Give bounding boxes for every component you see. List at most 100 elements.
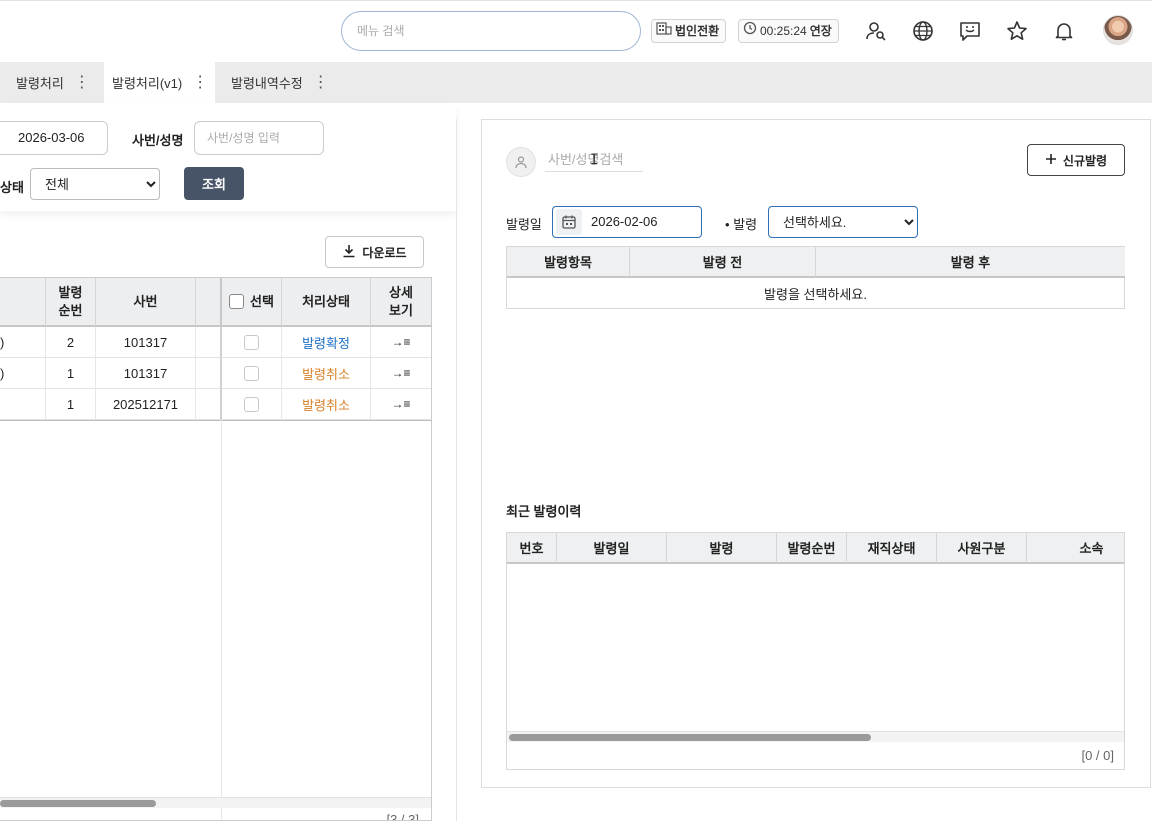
emp-input[interactable]: 사번/성명 입력 [194, 121, 324, 155]
required-dot: • [725, 217, 730, 232]
tab-appointment-edit[interactable]: 발령내역수정 ⋮ [231, 62, 329, 103]
grid-cell-select [222, 389, 282, 420]
status-select[interactable]: 전체 [30, 168, 160, 200]
corp-switch-label: 법인전환 [675, 24, 720, 38]
download-label: 다운로드 [362, 245, 407, 260]
history-pager: [0 / 0] [1081, 748, 1114, 763]
grid-pager: [3 / 3] [386, 812, 419, 821]
scrollbar-thumb[interactable] [509, 734, 871, 741]
grid-cell-detail: →≡ [371, 358, 431, 389]
grid-header-select: 선택 [222, 278, 282, 327]
row-checkbox[interactable] [244, 334, 259, 350]
kebab-icon[interactable]: ⋮ [192, 74, 208, 91]
detail-header-after: 발령 후 [816, 247, 1125, 278]
history-scrollbar[interactable] [507, 731, 1124, 742]
detail-view-icon[interactable]: →≡ [391, 366, 410, 380]
appoint-type-select[interactable]: 선택하세요. [768, 206, 918, 238]
tab-label: 발령처리 [16, 76, 64, 91]
splitter[interactable] [456, 119, 457, 821]
grid-cell-blank [196, 327, 222, 358]
history-header-dept: 소속 [1027, 533, 1124, 564]
person-icon [506, 147, 536, 177]
grid-header-detail: 상세 보기 [371, 278, 431, 327]
grid-cell-detail: →≡ [371, 389, 431, 420]
star-icon[interactable] [1003, 17, 1031, 45]
avatar[interactable] [1103, 15, 1133, 45]
kebab-icon[interactable]: ⋮ [74, 74, 90, 91]
history-title: 최근 발령이력 [506, 504, 582, 519]
chat-icon[interactable] [956, 17, 984, 45]
menu-search-input[interactable]: 메뉴 검색 [341, 11, 641, 51]
grid-header-select-label: 선택 [250, 293, 274, 309]
new-appointment-label: 신규발령 [1062, 153, 1108, 168]
select-all-checkbox[interactable] [229, 294, 245, 309]
history-header-seq: 발령순번 [777, 533, 847, 564]
session-timer: 00:25:24 연장 [738, 19, 839, 43]
grid-cell-emp-no: 101317 [96, 358, 196, 389]
grid-cell-status: 발령취소 [282, 358, 371, 389]
grid-header-cut [0, 278, 46, 327]
grid-cell-cut: ) [0, 327, 46, 358]
grid-cell-emp-no: 202512171 [96, 389, 196, 420]
grid-cell-detail: →≡ [371, 327, 431, 358]
corp-switch-button[interactable]: 법인전환 [651, 19, 727, 43]
grid-header-status: 처리상태 [282, 278, 371, 327]
text-cursor-icon: I [590, 152, 599, 168]
detail-view-icon[interactable]: →≡ [391, 335, 410, 349]
grid-header-blank [196, 278, 222, 327]
calendar-icon[interactable] [556, 209, 582, 235]
history-grid: 번호 발령일 발령 발령순번 재직상태 사원구분 소속 [0 / 0] [506, 532, 1125, 770]
grid-header-seq: 발령 순번 [46, 278, 96, 327]
search-button[interactable]: 조회 [184, 167, 244, 200]
timer-icon [743, 20, 757, 42]
detail-header-item: 발령항목 [507, 247, 630, 278]
grid-cell-emp-no: 101317 [96, 327, 196, 358]
grid-cell-status: 발령확정 [282, 327, 371, 358]
grid-cell-cut [0, 389, 46, 420]
globe-icon[interactable] [909, 17, 937, 45]
detail-header-before: 발령 전 [630, 247, 816, 278]
timer-value: 00:25:24 [760, 24, 807, 38]
grid-cell-select [222, 358, 282, 389]
grid-cell-seq: 2 [46, 327, 96, 358]
row-checkbox[interactable] [244, 365, 259, 381]
tab-label: 발령처리(v1) [112, 76, 183, 91]
appointment-grid: 발령 순번 사번 선택 처리상태 상세 보기 ) 2 101317 발령확정 →… [0, 277, 432, 821]
detail-view-icon[interactable]: →≡ [391, 397, 410, 411]
extend-button[interactable]: 연장 [810, 20, 832, 42]
history-header-emp-type: 사원구분 [937, 533, 1027, 564]
grid-cell-blank [196, 358, 222, 389]
grid-header-emp-no: 사번 [96, 278, 196, 327]
new-appointment-button[interactable]: 신규발령 [1027, 144, 1125, 176]
grid-cell-seq: 1 [46, 389, 96, 420]
grid-split-line [221, 420, 222, 820]
appoint-detail-table: 발령항목 발령 전 발령 후 발령을 선택하세요. [506, 246, 1125, 309]
grid-scrollbar[interactable] [0, 797, 431, 808]
grid-cell-select [222, 327, 282, 358]
scrollbar-thumb[interactable] [0, 800, 156, 807]
download-icon [342, 244, 356, 261]
user-search-icon[interactable] [862, 17, 890, 45]
kebab-icon[interactable]: ⋮ [313, 74, 329, 91]
download-button[interactable]: 다운로드 [325, 236, 424, 268]
history-header-date: 발령일 [557, 533, 667, 564]
grid-cell-cut: ) [0, 358, 46, 389]
status-label: 상태 [0, 180, 24, 195]
grid-cell-blank [196, 389, 222, 420]
grid-cell-seq: 1 [46, 358, 96, 389]
grid-body-end [0, 420, 431, 421]
bell-icon[interactable] [1050, 17, 1078, 45]
emp-label: 사번/성명 [132, 133, 184, 148]
tab-appointment[interactable]: 발령처리 ⋮ [16, 62, 90, 103]
row-checkbox[interactable] [244, 396, 259, 412]
plus-icon [1045, 153, 1057, 168]
appoint-date-label: 발령일 [506, 217, 542, 232]
appoint-type-text: 발령 [733, 217, 758, 232]
building-icon [656, 20, 672, 42]
history-header-no: 번호 [507, 533, 557, 564]
grid-cell-status: 발령취소 [282, 389, 371, 420]
tab-appointment-v1[interactable]: 발령처리(v1) ⋮ [104, 62, 215, 103]
appoint-type-label: • 발령 [725, 214, 757, 233]
date-input[interactable]: 2026-03-06 [0, 121, 108, 155]
tab-label: 발령내역수정 [231, 76, 303, 91]
